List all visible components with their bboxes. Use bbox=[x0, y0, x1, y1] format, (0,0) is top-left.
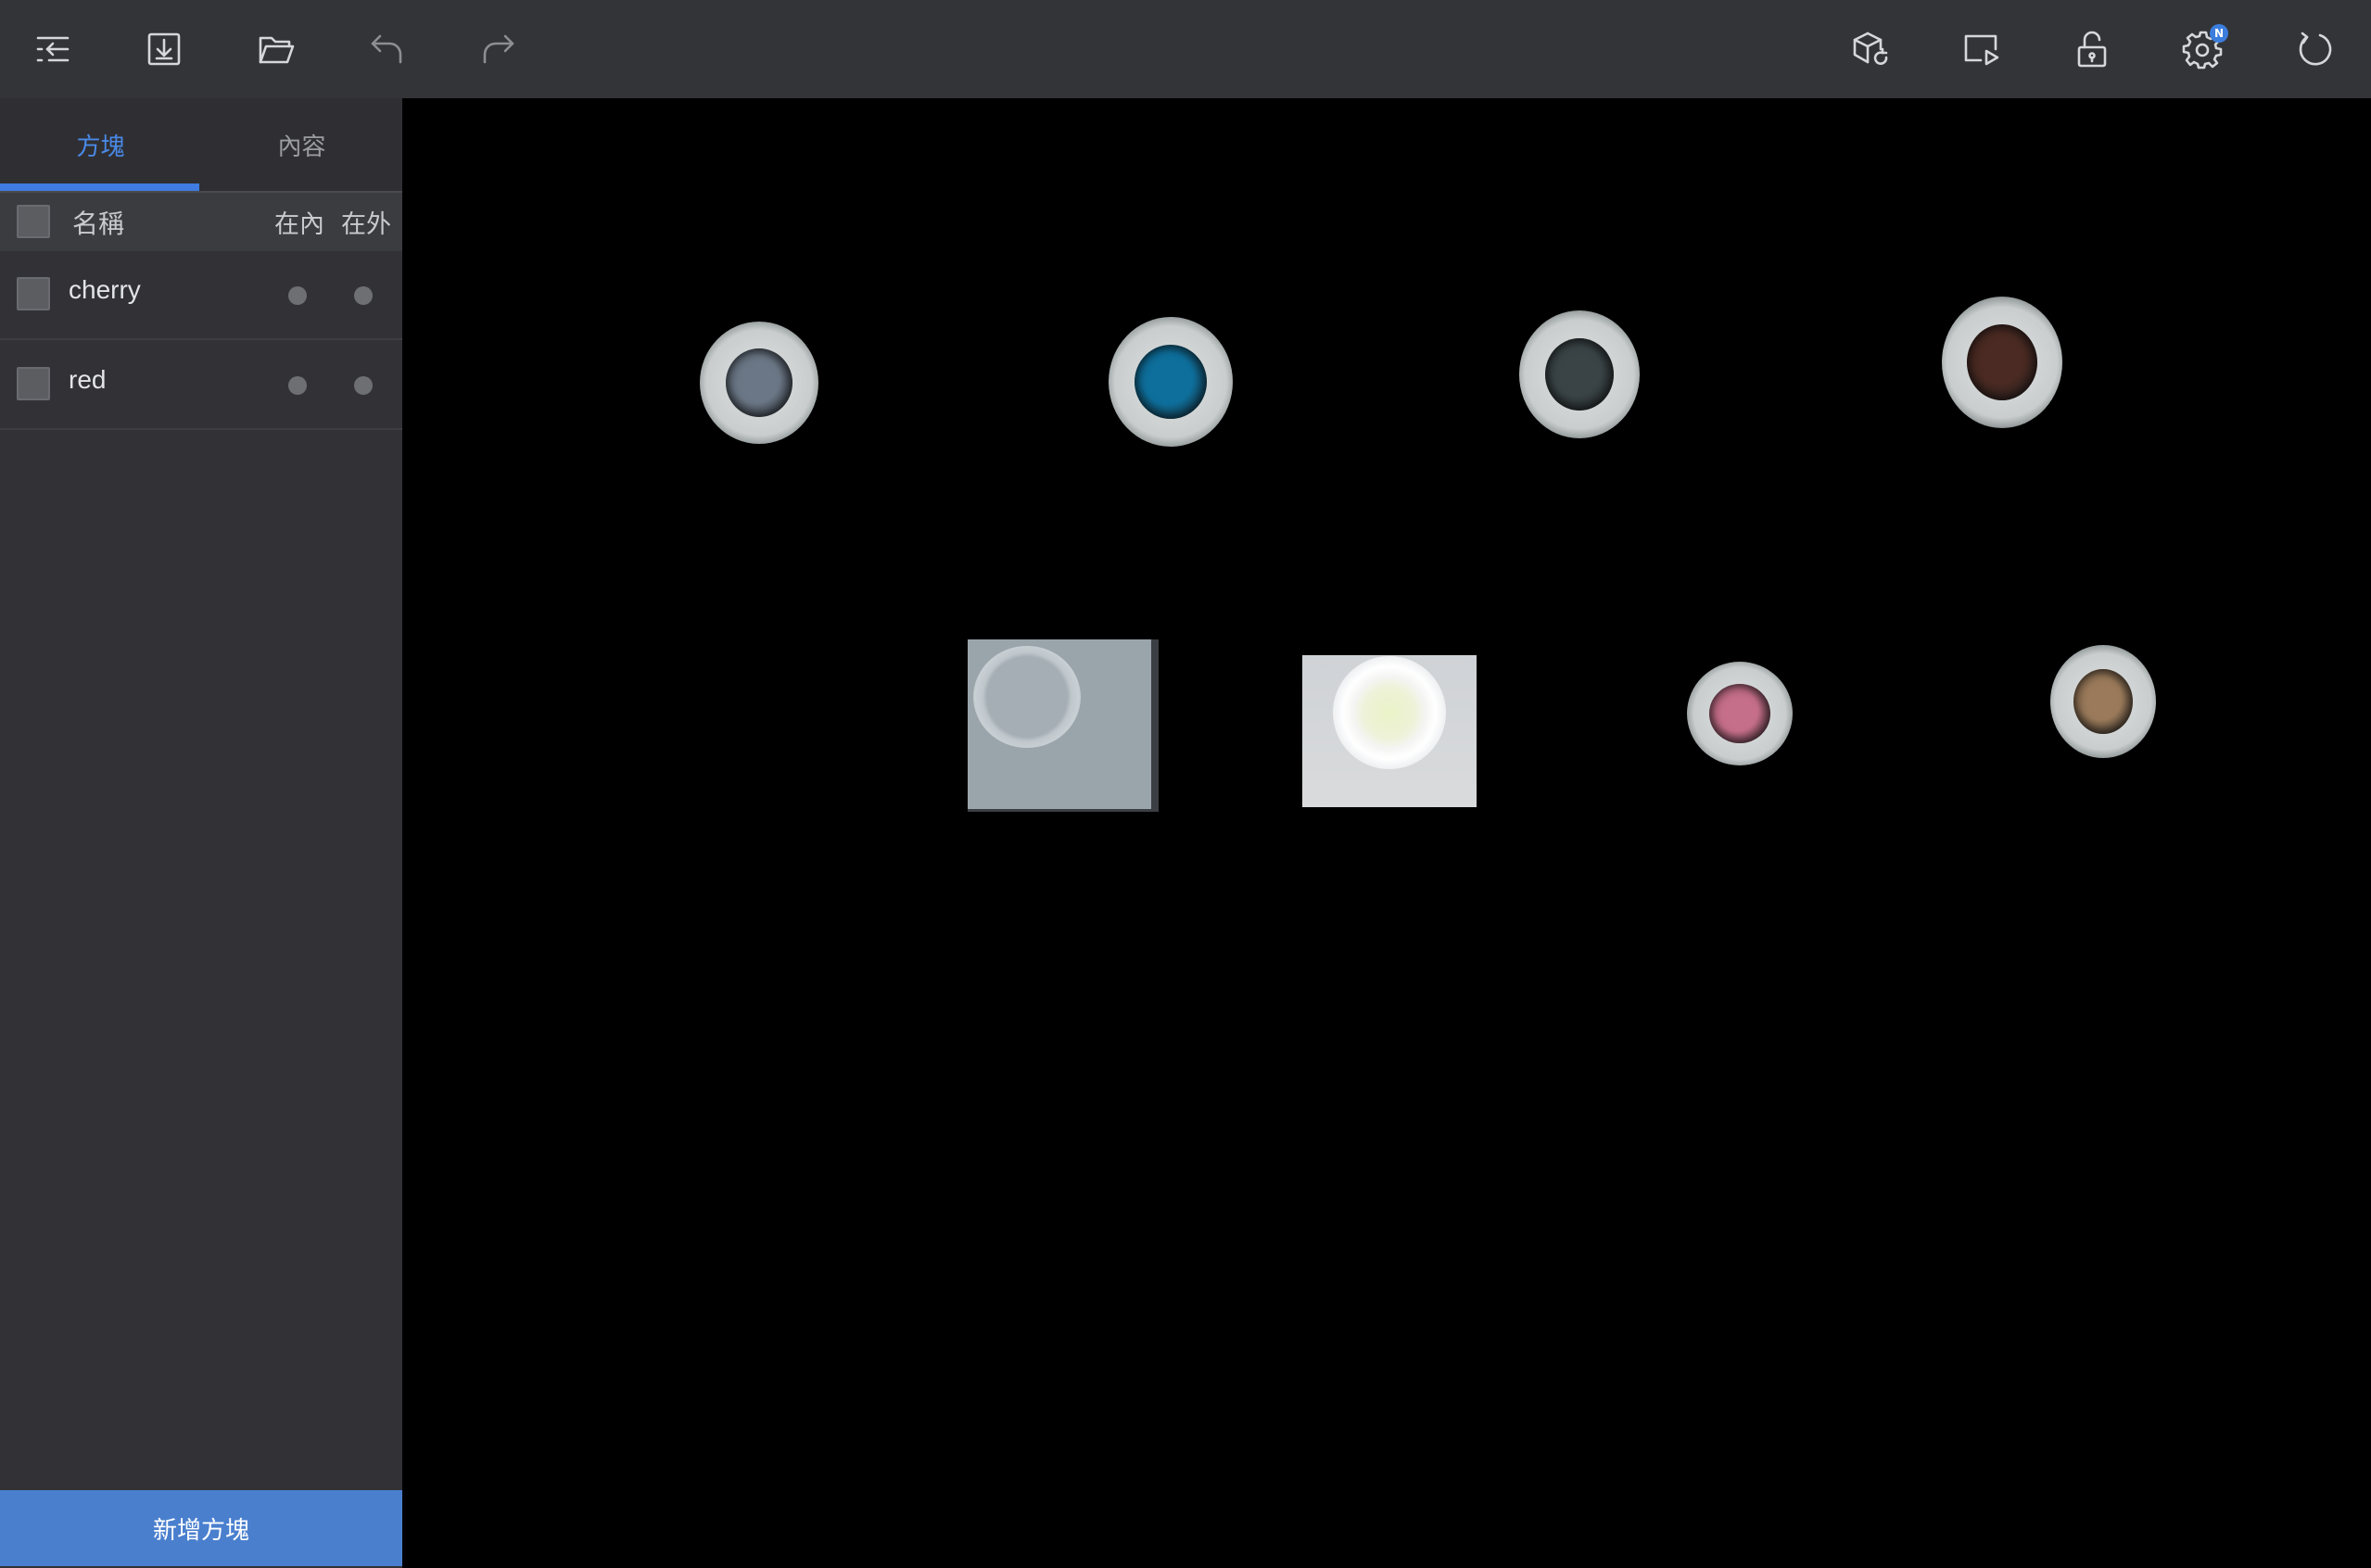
column-inside-header: 在內 bbox=[274, 210, 324, 239]
list-item[interactable]: cherry bbox=[0, 251, 402, 340]
canvas-item-core bbox=[726, 348, 792, 417]
canvas-item[interactable] bbox=[700, 322, 818, 444]
row-checkbox[interactable] bbox=[17, 367, 50, 400]
undo-button[interactable] bbox=[360, 21, 415, 77]
inside-toggle[interactable] bbox=[288, 376, 307, 395]
refresh-icon bbox=[2299, 32, 2332, 66]
redo-icon bbox=[483, 34, 514, 64]
cube-refresh-icon bbox=[1853, 32, 1888, 65]
present-button[interactable] bbox=[1953, 21, 2009, 77]
select-all-checkbox[interactable] bbox=[17, 205, 50, 238]
settings-button[interactable]: N bbox=[2175, 21, 2231, 77]
canvas-item-card[interactable] bbox=[968, 639, 1159, 812]
canvas-item-card[interactable] bbox=[1302, 655, 1477, 807]
download-icon bbox=[147, 32, 181, 66]
canvas-item-core bbox=[973, 645, 1081, 748]
folder-open-icon bbox=[259, 36, 295, 64]
column-outside-header: 在外 bbox=[341, 210, 391, 239]
settings-badge: N bbox=[2210, 24, 2228, 43]
outside-toggle[interactable] bbox=[354, 376, 373, 395]
collapse-menu-button[interactable] bbox=[25, 21, 81, 77]
tab-content[interactable]: 內容 bbox=[201, 98, 402, 191]
open-button[interactable] bbox=[248, 21, 304, 77]
canvas-item[interactable] bbox=[2050, 645, 2156, 758]
app-window: N 方塊 內容 名稱 在內 在外 cherry red 新增方塊 bbox=[0, 0, 2371, 1568]
canvas-item-core bbox=[1135, 345, 1207, 419]
top-toolbar: N bbox=[0, 0, 2371, 98]
list-item-name: red bbox=[69, 365, 107, 394]
canvas-item[interactable] bbox=[1519, 310, 1640, 438]
tab-blocks[interactable]: 方塊 bbox=[0, 98, 201, 191]
canvas-item-core bbox=[2073, 669, 2133, 734]
present-play-icon bbox=[1964, 34, 1999, 66]
redo-button[interactable] bbox=[470, 21, 526, 77]
refresh-button[interactable] bbox=[2287, 21, 2342, 77]
unlock-icon bbox=[2077, 31, 2107, 68]
inside-toggle[interactable] bbox=[288, 286, 307, 305]
row-checkbox[interactable] bbox=[17, 277, 50, 310]
undo-icon bbox=[371, 34, 402, 64]
sidebar: 方塊 內容 名稱 在內 在外 cherry red 新增方塊 bbox=[0, 98, 402, 1568]
sidebar-tabs: 方塊 內容 bbox=[0, 98, 402, 193]
canvas-item-core bbox=[1709, 684, 1770, 743]
collapse-menu-icon bbox=[36, 36, 70, 62]
canvas-item[interactable] bbox=[1942, 297, 2062, 428]
canvas-item-core bbox=[1333, 656, 1446, 769]
reset-3d-button[interactable] bbox=[1842, 21, 1897, 77]
lock-toggle-button[interactable] bbox=[2064, 21, 2120, 77]
canvas-viewport[interactable] bbox=[402, 98, 2371, 1568]
outside-toggle[interactable] bbox=[354, 286, 373, 305]
canvas-item[interactable] bbox=[1687, 662, 1793, 765]
list-item-name: cherry bbox=[69, 275, 141, 304]
canvas-item-core bbox=[1545, 338, 1614, 411]
canvas-item-core bbox=[1967, 324, 2037, 400]
add-block-button[interactable]: 新增方塊 bbox=[0, 1490, 402, 1566]
list-item[interactable]: red bbox=[0, 341, 402, 430]
save-button[interactable] bbox=[136, 21, 192, 77]
column-name-header: 名稱 bbox=[72, 208, 125, 239]
list-header: 名稱 在內 在外 bbox=[0, 193, 402, 251]
canvas-item[interactable] bbox=[1109, 317, 1233, 447]
